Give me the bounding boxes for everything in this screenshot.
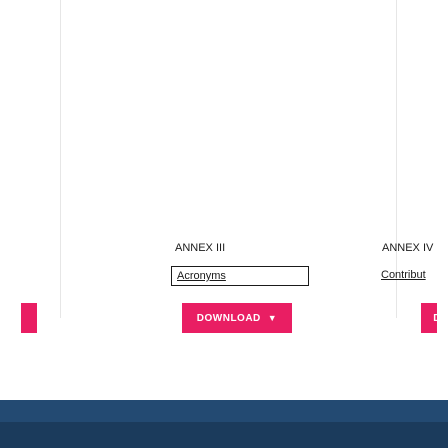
download-button[interactable]: DOWNLOAD ▼: [182, 303, 292, 333]
footer-band: [0, 400, 448, 422]
acronyms-link[interactable]: Acronyms: [171, 266, 309, 286]
download-button-left-partial[interactable]: [21, 303, 37, 333]
contributors-link[interactable]: Contribut: [381, 266, 448, 286]
annex-heading: ANNEX IV: [382, 242, 434, 254]
download-label: DOWNLOAD: [196, 312, 261, 324]
column-divider: [60, 0, 61, 318]
annex-heading: ANNEX III: [175, 242, 226, 254]
acronyms-link-text[interactable]: Acronyms: [177, 270, 226, 282]
download-label: D: [433, 313, 437, 324]
download-button[interactable]: D: [421, 303, 437, 333]
site-footer: [0, 400, 448, 448]
chevron-down-icon: ▼: [267, 313, 278, 323]
contributors-link-text[interactable]: Contribut: [381, 269, 426, 281]
